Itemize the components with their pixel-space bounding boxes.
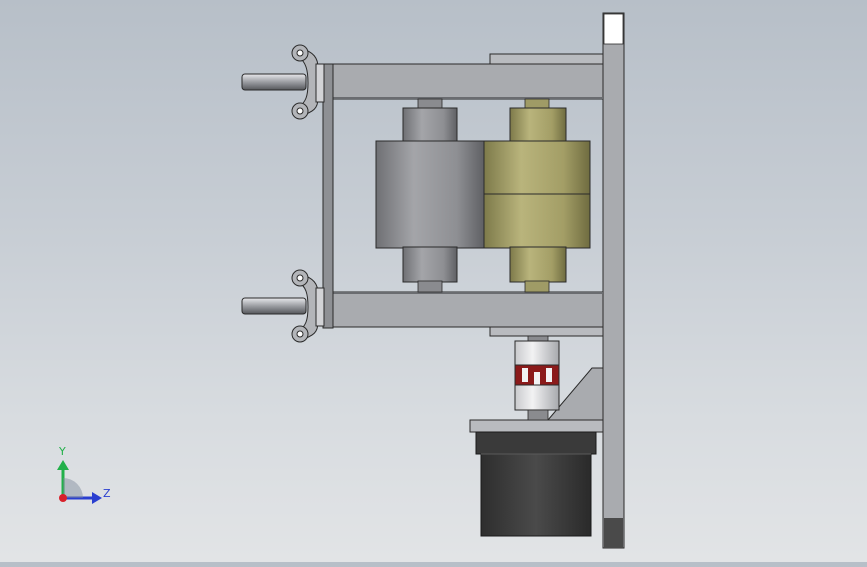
back-plate[interactable] (602, 12, 625, 549)
bottom-clamp-knob[interactable] (241, 269, 325, 343)
triad-plane-arc (63, 478, 83, 498)
olive-roller[interactable] (483, 98, 591, 293)
top-support-strip[interactable] (489, 53, 604, 65)
top-clamp-knob[interactable] (241, 44, 325, 120)
triad-z-arrow-icon (92, 492, 102, 504)
stepper-motor[interactable] (475, 431, 597, 537)
triad-x-axis-dot (59, 494, 67, 502)
triad-y-arrow-icon (57, 460, 69, 470)
orientation-triad: Y Z (57, 445, 111, 504)
top-frame-arm[interactable] (332, 63, 604, 100)
shaft-coupling[interactable] (514, 335, 560, 421)
assembly-view[interactable]: Y Z (0, 0, 867, 562)
triad-z-label: Z (103, 487, 111, 500)
bottom-frame-arm[interactable] (332, 291, 604, 328)
cad-viewport[interactable]: Y Z (0, 0, 867, 562)
gray-roller[interactable] (375, 98, 485, 293)
triad-y-label: Y (58, 445, 66, 458)
